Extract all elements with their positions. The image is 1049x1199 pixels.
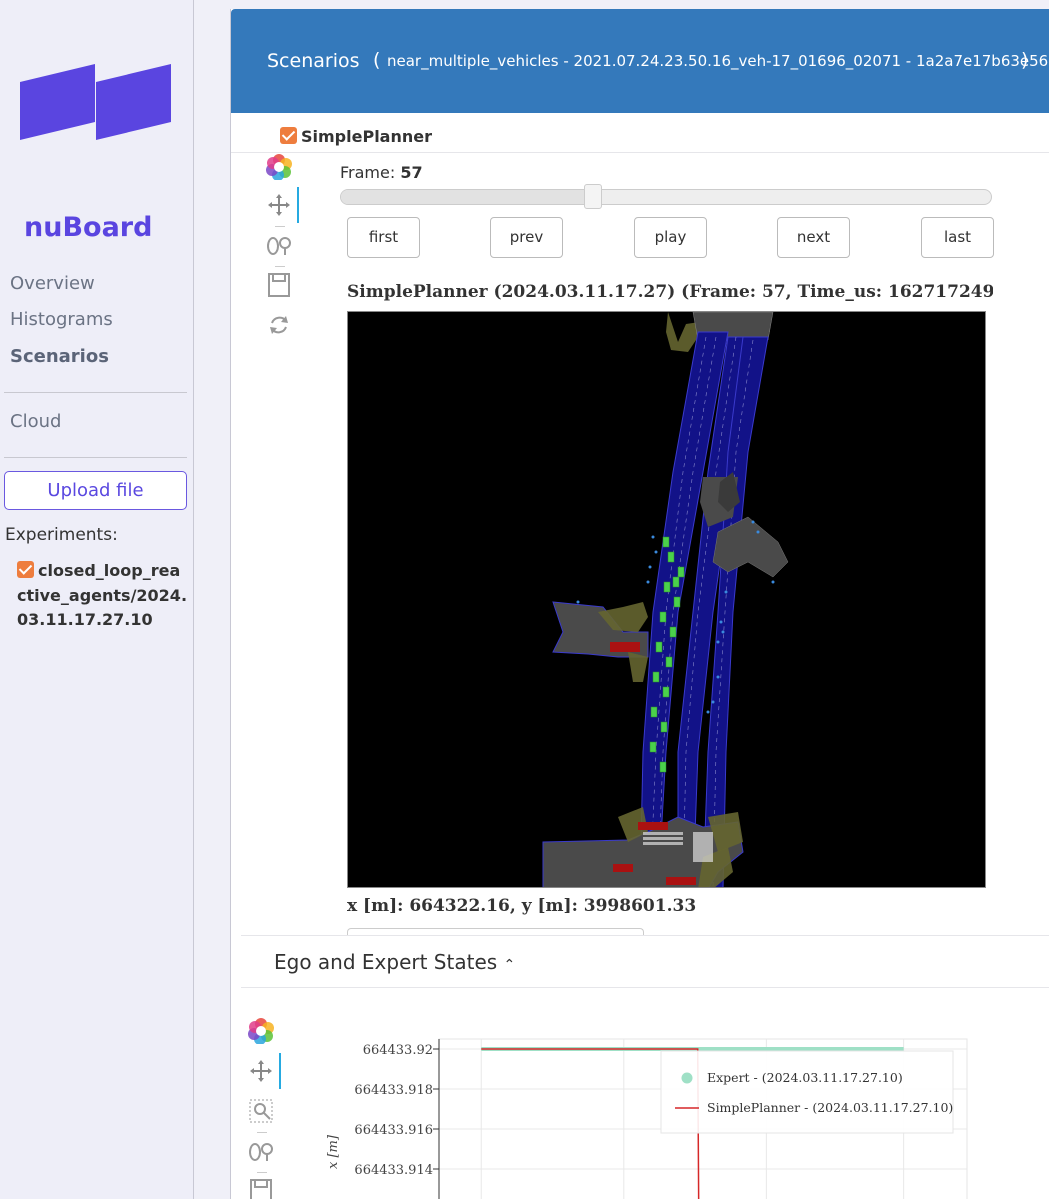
header-paren-open: ( bbox=[373, 49, 381, 71]
prev-button[interactable]: prev bbox=[490, 217, 563, 258]
y-tick-label: 664433.92 bbox=[363, 1043, 433, 1058]
first-button[interactable]: first bbox=[347, 217, 420, 258]
nav-divider bbox=[4, 457, 187, 458]
frame-label: Frame: 57 bbox=[340, 163, 423, 182]
nav-cloud[interactable]: Cloud bbox=[10, 411, 61, 432]
nav-overview[interactable]: Overview bbox=[10, 273, 95, 294]
experiment-checkbox[interactable] bbox=[17, 561, 34, 578]
map-title: SimplePlanner (2024.03.11.17.27) (Frame:… bbox=[347, 282, 993, 302]
bokeh-logo-icon[interactable] bbox=[239, 1013, 283, 1049]
nuboard-logo bbox=[20, 64, 171, 140]
save-icon[interactable] bbox=[257, 267, 301, 303]
planner-toggle[interactable]: SimplePlanner bbox=[280, 127, 432, 146]
nav-divider bbox=[4, 392, 187, 393]
chart-legend: Expert - (2024.03.11.17.27.10) SimplePla… bbox=[660, 1050, 954, 1134]
divider bbox=[241, 987, 1049, 988]
experiment-item[interactable]: closed_loop_reactive_agents/2024.03.11.1… bbox=[17, 559, 187, 633]
header-title: Scenarios bbox=[267, 50, 360, 72]
last-button[interactable]: last bbox=[921, 217, 994, 258]
scenario-header: Scenarios ( near_multiple_vehicles - 202… bbox=[231, 9, 1049, 113]
pan-tool-icon[interactable] bbox=[257, 187, 301, 223]
legend-expert-swatch bbox=[681, 1072, 693, 1084]
box-zoom-icon[interactable] bbox=[239, 1093, 283, 1129]
ego-expert-chart[interactable]: 664433.92 664433.918 664433.916 664433.914 … bbox=[321, 1029, 981, 1199]
nav-scenarios[interactable]: Scenarios bbox=[10, 346, 109, 367]
upload-file-button[interactable]: Upload file bbox=[4, 471, 187, 510]
brand-title: nuBoard bbox=[24, 212, 153, 243]
experiments-label: Experiments: bbox=[5, 525, 118, 545]
planner-checkbox[interactable] bbox=[280, 127, 297, 144]
play-button[interactable]: play bbox=[634, 217, 707, 258]
wheel-zoom-icon[interactable] bbox=[257, 227, 301, 263]
wheel-zoom-icon[interactable] bbox=[239, 1133, 283, 1169]
y-tick-label: 664433.914 bbox=[354, 1163, 433, 1178]
chevron-up-icon: ⌃ bbox=[503, 957, 516, 973]
scenario-panel: Scenarios ( near_multiple_vehicles - 202… bbox=[230, 9, 1049, 1199]
y-axis: 664433.92 664433.918 664433.916 664433.914 bbox=[354, 1039, 440, 1199]
nav-histograms[interactable]: Histograms bbox=[10, 309, 113, 330]
bokeh-logo-icon[interactable] bbox=[257, 149, 301, 185]
reset-icon[interactable] bbox=[257, 307, 301, 343]
scenario-subtitle: near_multiple_vehicles - 2021.07.24.23.5… bbox=[387, 52, 1049, 70]
pan-tool-icon[interactable] bbox=[239, 1053, 283, 1089]
y-tick-label: 664433.916 bbox=[354, 1123, 433, 1138]
sidebar: nuBoard Overview Histograms Scenarios Cl… bbox=[0, 0, 194, 1199]
frame-slider-handle[interactable] bbox=[584, 184, 603, 209]
scenario-map[interactable] bbox=[347, 311, 986, 888]
planner-name: SimplePlanner bbox=[301, 127, 432, 146]
legend-expert-label: Expert - (2024.03.11.17.27.10) bbox=[707, 1070, 903, 1085]
legend-box bbox=[660, 1050, 954, 1134]
divider bbox=[231, 152, 1049, 153]
next-button[interactable]: next bbox=[777, 217, 850, 258]
header-paren-close: ) bbox=[1021, 49, 1029, 71]
save-icon[interactable] bbox=[239, 1173, 283, 1199]
legend-planner-label: SimplePlanner - (2024.03.11.17.27.10) bbox=[707, 1100, 953, 1115]
frame-slider[interactable] bbox=[340, 184, 992, 209]
frame-label-text: Frame: bbox=[340, 163, 396, 182]
section-title: Ego and Expert States bbox=[274, 950, 498, 974]
frame-value: 57 bbox=[400, 163, 423, 182]
y-axis-label: x [m] bbox=[326, 1134, 341, 1169]
frame-slider-fill bbox=[341, 190, 594, 204]
map-canvas bbox=[542, 312, 789, 887]
ego-expert-section-toggle[interactable]: Ego and Expert States ⌃ bbox=[274, 950, 515, 974]
map-coordinates: x [m]: 664322.16, y [m]: 3998601.33 bbox=[347, 896, 697, 916]
divider bbox=[241, 935, 1049, 936]
experiment-name: closed_loop_reactive_agents/2024.03.11.1… bbox=[17, 561, 188, 629]
chart-canvas: 664433.92664433.918664433.916664433.914 … bbox=[326, 1038, 968, 1199]
y-tick-label: 664433.918 bbox=[354, 1083, 433, 1098]
